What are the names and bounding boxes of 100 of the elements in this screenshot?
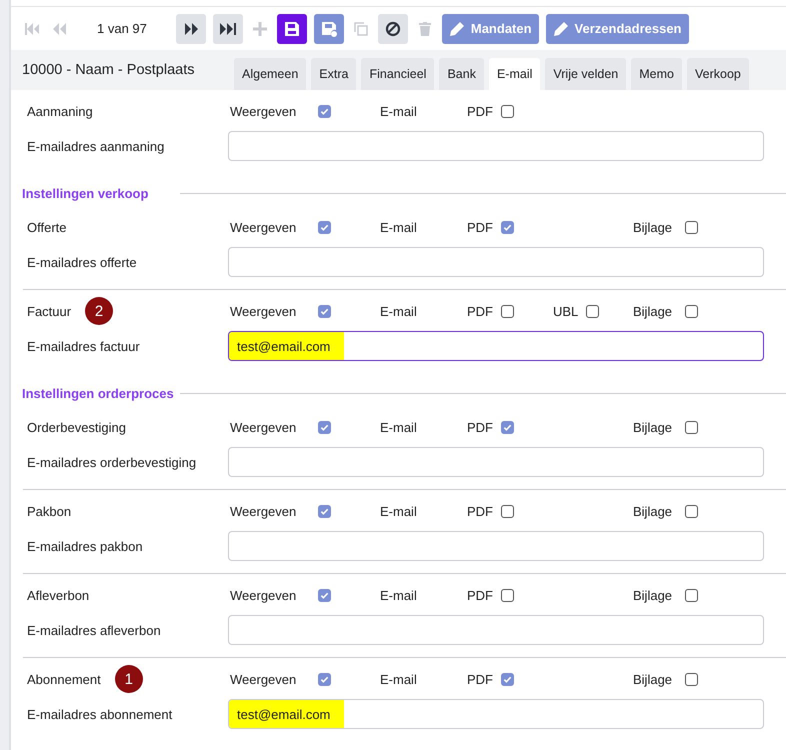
option-label: Bijlage (633, 220, 674, 234)
tab[interactable]: Extra (311, 58, 356, 90)
option-label: PDF (467, 220, 493, 234)
option-label: Weergeven (230, 304, 298, 318)
setting-label: Abonnement (27, 672, 101, 686)
option-label: PDF (467, 304, 493, 318)
tab[interactable]: Bank (439, 58, 484, 90)
option-label: E-mail (380, 304, 417, 318)
option-label: PDF (467, 588, 493, 602)
checkmark-icon (320, 222, 329, 232)
option-label: Bijlage (633, 504, 674, 518)
setting-label: Aanmaning (27, 104, 93, 118)
tab[interactable]: Algemeen (234, 58, 306, 90)
field-label: E-mailadres aanmaning (27, 138, 164, 154)
setting-label: Offerte (27, 220, 67, 234)
option-label: E-mail (380, 588, 417, 602)
option-label: Bijlage (633, 420, 674, 434)
option-label: Bijlage (633, 304, 674, 318)
checkmark-icon (320, 506, 329, 516)
field-label: E-mailadres factuur (27, 338, 140, 354)
checkbox[interactable] (318, 104, 331, 118)
plus-icon (252, 20, 268, 36)
tab[interactable]: Financieel (361, 58, 434, 90)
skip-forward-icon (220, 20, 236, 36)
option-label: Weergeven (230, 220, 298, 234)
next-button[interactable] (176, 14, 206, 44)
checkmark-icon (320, 106, 329, 116)
checkbox[interactable] (685, 304, 698, 318)
checkbox[interactable] (318, 420, 331, 434)
field-label: E-mailadres offerte (27, 254, 137, 270)
checkbox[interactable] (318, 304, 331, 318)
skip-back-icon (23, 20, 39, 36)
tab[interactable]: E-mail (488, 58, 540, 90)
email-field[interactable] (228, 247, 764, 277)
prohibited-icon (384, 20, 401, 36)
checkbox[interactable] (586, 304, 600, 318)
email-field[interactable] (228, 531, 764, 561)
option-label: PDF (467, 672, 493, 686)
checkbox[interactable] (501, 220, 514, 234)
email-field[interactable]: test@email.com (228, 699, 764, 729)
option-label: Bijlage (633, 672, 674, 686)
setting-label: Pakbon (27, 504, 72, 518)
save-copy-button[interactable] (314, 14, 344, 44)
option-label: PDF (467, 420, 493, 434)
record-title: 10000 - Naam - Postplaats (21, 62, 196, 78)
option-label: Weergeven (230, 672, 298, 686)
save-button[interactable] (276, 14, 307, 44)
checkmark-icon (320, 306, 329, 316)
checkbox[interactable] (318, 504, 331, 518)
option-label: E-mail (380, 104, 417, 118)
checkmark-icon (503, 674, 512, 684)
pencil-icon (448, 20, 465, 36)
checkmark-icon (503, 422, 512, 432)
checkbox[interactable] (318, 672, 331, 686)
email-field[interactable] (228, 447, 764, 477)
option-label: E-mail (380, 672, 417, 686)
checkbox[interactable] (685, 588, 698, 602)
field-label: E-mailadres orderbevestiging (27, 454, 196, 470)
tab[interactable]: Verkoop (686, 58, 749, 90)
checkbox[interactable] (501, 504, 514, 518)
email-field[interactable] (228, 615, 764, 645)
checkbox[interactable] (501, 104, 514, 118)
option-label: Weergeven (230, 504, 298, 518)
option-label: Weergeven (230, 588, 298, 602)
section-heading: Instellingen orderproces (22, 386, 175, 401)
floppy-disk-plus-icon (320, 20, 337, 36)
checkbox[interactable] (685, 504, 698, 518)
trash-icon (416, 20, 433, 36)
option-label: Bijlage (633, 588, 674, 602)
checkbox[interactable] (501, 588, 514, 602)
field-label: E-mailadres pakbon (27, 538, 143, 554)
checkbox[interactable] (685, 220, 698, 234)
checkbox[interactable] (318, 220, 331, 234)
cancel-button[interactable] (378, 14, 408, 44)
option-label: E-mail (380, 504, 417, 518)
tab[interactable]: Memo (631, 58, 682, 90)
option-label: Weergeven (230, 104, 298, 118)
option-label: E-mail (380, 420, 417, 434)
checkmark-icon (320, 674, 329, 684)
step-badge: 1 (114, 665, 143, 693)
checkmark-icon (320, 590, 329, 600)
option-label: UBL (553, 304, 578, 318)
checkbox[interactable] (501, 304, 514, 318)
section-heading: Instellingen verkoop (22, 186, 150, 201)
checkbox[interactable] (685, 420, 698, 434)
checkbox[interactable] (685, 672, 698, 686)
checkbox[interactable] (318, 588, 331, 602)
field-label: E-mailadres afleverbon (27, 622, 161, 638)
checkbox[interactable] (501, 672, 514, 686)
setting-label: Afleverbon (27, 588, 90, 602)
email-field[interactable]: test@email.com (228, 331, 764, 361)
pencil-icon (552, 20, 569, 36)
email-field[interactable] (228, 131, 764, 161)
option-label: PDF (467, 104, 493, 118)
tab[interactable]: Vrije velden (545, 58, 626, 90)
field-label: E-mailadres abonnement (27, 706, 172, 722)
checkmark-icon (320, 422, 329, 432)
setting-label: Orderbevestiging (27, 420, 126, 434)
checkbox[interactable] (501, 420, 514, 434)
last-button[interactable] (212, 14, 243, 44)
